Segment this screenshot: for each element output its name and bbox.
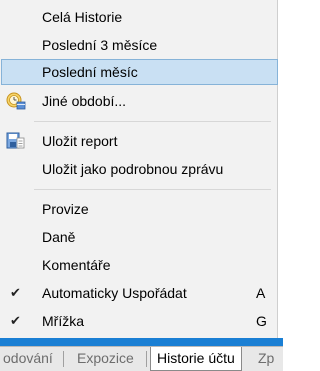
menu-item-label: Daně [42, 229, 76, 245]
menu-item-label: Uložit report [42, 133, 118, 149]
tab-historie-uctu[interactable]: Historie účtu [150, 347, 242, 371]
menu-separator [34, 121, 271, 122]
menu-item-label: Automaticky Uspořádat [42, 285, 187, 301]
menu-item-label: Jiné období... [42, 93, 127, 109]
menu-item-posledni-3-mesice[interactable]: Poslední 3 měsíce [1, 32, 277, 58]
menu-item-label: Poslední měsíc [42, 64, 138, 80]
menu-item-posledni-mesic[interactable]: Poslední měsíc [1, 59, 278, 85]
menu-item-label: Komentáře [42, 257, 111, 273]
menu-item-dane[interactable]: Daně [1, 224, 277, 250]
menu-item-label: Celá Historie [42, 9, 123, 25]
tab-obchodovani[interactable]: odování [0, 347, 59, 371]
menu-item-ulozit-podrobnou-zpravu[interactable]: Uložit jako podrobnou zprávu [1, 156, 277, 182]
menu-item-jine-obdobi[interactable]: Jiné období... [1, 88, 277, 114]
menu-item-label: Poslední 3 měsíce [42, 37, 158, 53]
menu-item-automaticky-usporadat[interactable]: ✔ Automaticky Uspořádat A [1, 280, 277, 306]
menu-item-label: Uložit jako podrobnou zprávu [42, 161, 224, 177]
menu-item-mrizka[interactable]: ✔ Mřížka G [1, 308, 277, 334]
checkmark-icon: ✔ [10, 285, 21, 300]
menu-separator [34, 189, 271, 190]
menu-item-shortcut: A [256, 285, 266, 301]
accent-bar [0, 338, 283, 346]
clock-calendar-icon [6, 92, 26, 110]
checkmark-icon: ✔ [10, 313, 21, 328]
menu-item-ulozit-report[interactable]: Uložit report [1, 128, 277, 154]
menu-item-label: Provize [42, 201, 89, 217]
context-menu: Celá Historie Poslední 3 měsíce Poslední… [0, 0, 278, 338]
terminal-tab-strip: odování Expozice Historie účtu Zp [0, 346, 283, 371]
menu-item-shortcut: G [256, 313, 267, 329]
tab-expozice[interactable]: Expozice [71, 347, 140, 371]
menu-item-provize[interactable]: Provize [1, 196, 277, 222]
menu-item-komentare[interactable]: Komentáře [1, 252, 277, 278]
tab-separator [63, 351, 64, 367]
save-report-icon [6, 132, 26, 150]
menu-item-label: Mřížka [42, 313, 84, 329]
tab-separator [146, 351, 147, 367]
menu-item-cela-historie[interactable]: Celá Historie [1, 4, 277, 30]
tab-zpravy[interactable]: Zp [252, 347, 280, 371]
